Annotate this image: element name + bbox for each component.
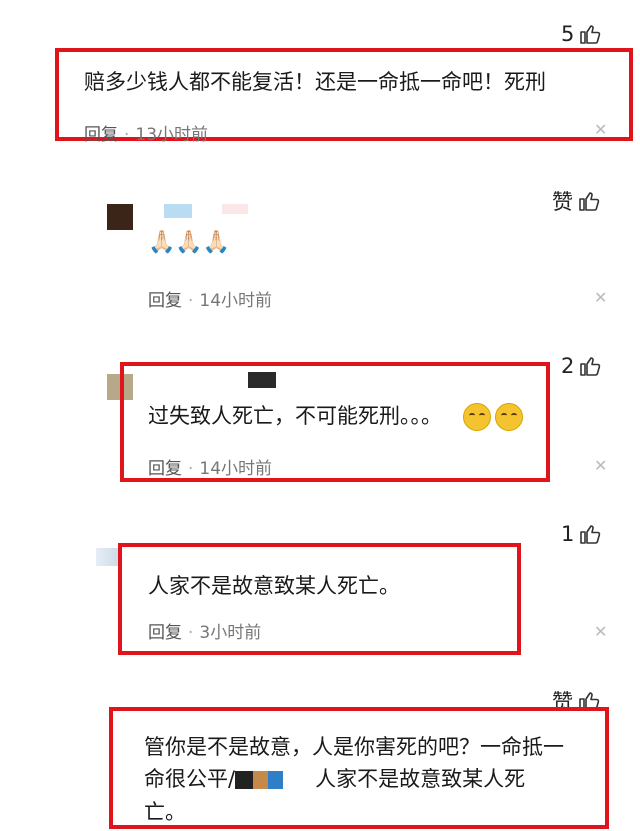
- comment-meta: 回复 · 13小时前: [84, 125, 209, 145]
- like-button[interactable]: 1: [561, 522, 602, 546]
- reply-button[interactable]: 回复: [148, 623, 182, 643]
- reply-button[interactable]: 回复: [148, 291, 182, 311]
- comment-meta: 回复 · 14小时前: [148, 291, 273, 311]
- timestamp: 14小时前: [199, 291, 273, 311]
- username[interactable]: [164, 204, 192, 218]
- timestamp: 3小时前: [199, 623, 262, 643]
- thumbs-up-icon: [579, 192, 600, 211]
- comment-emoji: 🙏🏻🙏🏻🙏🏻: [148, 230, 231, 255]
- smile-emoji-icon: [462, 403, 491, 431]
- thumbs-up-icon: [580, 357, 601, 376]
- smile-emoji-icon: [494, 403, 523, 431]
- comment-text-line3: 亡。: [144, 800, 186, 824]
- like-label: 赞: [552, 190, 573, 214]
- like-button[interactable]: 5: [561, 22, 602, 46]
- redacted-username: [235, 771, 296, 789]
- comment-meta: 回复 · 14小时前: [148, 459, 273, 479]
- close-icon[interactable]: ✕: [594, 456, 607, 475]
- like-count: 2: [561, 354, 575, 378]
- comment-text-line1: 管你是不是故意，人是你害死的吧？一命抵一: [144, 735, 564, 759]
- like-count: 5: [561, 22, 575, 46]
- comment-meta: 回复 · 3小时前: [148, 623, 262, 643]
- comment-text-line2: 命很公平/人家不是故意致某人死: [144, 767, 526, 791]
- comment-text: 人家不是故意致某人死亡。: [148, 574, 400, 598]
- like-button[interactable]: 赞: [552, 186, 601, 216]
- close-icon[interactable]: ✕: [594, 288, 607, 307]
- comment-text: 赔多少钱人都不能复活！还是一命抵一命吧！死刑: [84, 70, 546, 94]
- thumbs-up-icon: [580, 525, 601, 544]
- avatar[interactable]: [107, 204, 133, 230]
- like-button[interactable]: 2: [561, 354, 602, 378]
- reply-button[interactable]: 回复: [84, 125, 118, 145]
- username-decoration: [222, 204, 248, 214]
- like-count: 1: [561, 522, 575, 546]
- close-icon[interactable]: ✕: [594, 622, 607, 641]
- timestamp: 13小时前: [135, 125, 209, 145]
- timestamp: 14小时前: [199, 459, 273, 479]
- thumbs-up-icon: [580, 25, 601, 44]
- comment-text: 过失致人死亡，不可能死刑。。。: [148, 400, 523, 431]
- reply-button[interactable]: 回复: [148, 459, 182, 479]
- close-icon[interactable]: ✕: [594, 120, 607, 139]
